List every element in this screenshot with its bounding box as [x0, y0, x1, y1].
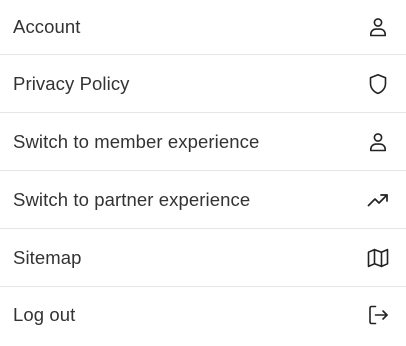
map-icon	[366, 246, 390, 270]
menu-item-label: Account	[13, 16, 81, 37]
menu-item-log-out[interactable]: Log out	[0, 287, 406, 343]
log-out-icon	[366, 303, 390, 327]
user-icon	[366, 15, 390, 39]
shield-icon	[366, 72, 390, 96]
menu-item-label: Log out	[13, 304, 76, 325]
trending-up-icon	[366, 188, 390, 212]
account-menu: Account Privacy Policy Switch to member …	[0, 0, 406, 343]
menu-item-label: Switch to member experience	[13, 130, 260, 152]
menu-item-sitemap[interactable]: Sitemap	[0, 229, 406, 287]
menu-item-label: Sitemap	[13, 246, 82, 268]
menu-item-account[interactable]: Account	[0, 0, 406, 55]
menu-item-label: Privacy Policy	[13, 72, 130, 94]
menu-item-privacy-policy[interactable]: Privacy Policy	[0, 55, 406, 113]
menu-item-switch-partner[interactable]: Switch to partner experience	[0, 171, 406, 229]
menu-item-label: Switch to partner experience	[13, 188, 251, 210]
menu-item-switch-member[interactable]: Switch to member experience	[0, 113, 406, 171]
user-icon	[366, 130, 390, 154]
